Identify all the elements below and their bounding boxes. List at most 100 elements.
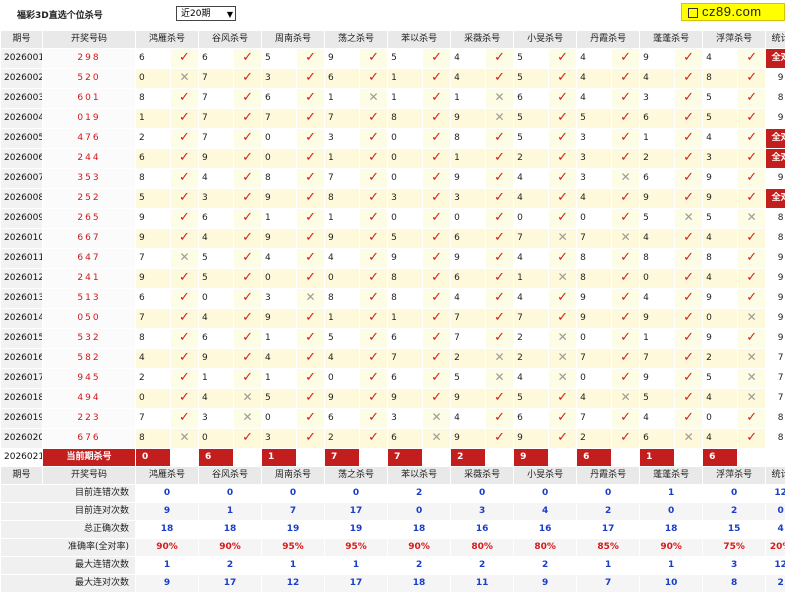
- check-icon: ✓: [494, 330, 505, 345]
- summary-value: 17: [199, 575, 262, 593]
- check-icon: ✓: [683, 170, 694, 185]
- result-mark-cell: ✓: [297, 169, 325, 189]
- result-mark-cell: ✓: [171, 109, 199, 129]
- table-row: 20260012986✓6✓5✓9✓5✓4✓5✓4✓9✓4✓全对: [1, 49, 785, 69]
- kill-number-cell: 4: [577, 49, 612, 69]
- current-kill-number: 2: [451, 449, 486, 467]
- result-mark-cell: ✓: [171, 49, 199, 69]
- result-mark-cell: ✓: [423, 229, 451, 249]
- kill-number-cell: 4: [199, 309, 234, 329]
- draw-numbers-cell: 945: [43, 369, 136, 389]
- check-icon: ✓: [620, 70, 631, 85]
- result-mark-cell: ✕: [486, 369, 514, 389]
- all-correct-badge: 全对: [766, 129, 785, 149]
- kill-number-cell: 8: [703, 69, 738, 89]
- result-mark-cell: ✓: [360, 269, 388, 289]
- current-kill-number: 6: [199, 449, 234, 467]
- result-mark-cell: ✓: [297, 269, 325, 289]
- current-empty-cell: [234, 449, 262, 467]
- result-mark-cell: ✕: [738, 349, 766, 369]
- current-empty-cell: [549, 449, 577, 467]
- current-kill-number: 6: [703, 449, 738, 467]
- period-range-select[interactable]: 近20期 ▼: [176, 6, 236, 21]
- result-mark-cell: ✓: [423, 149, 451, 169]
- column-header-row: 期号开奖号码鸿雁杀号谷风杀号周南杀号荡之杀号苯以杀号采薇杀号小旻杀号丹霞杀号蓬蓬…: [1, 31, 785, 49]
- draw-numbers-cell: 676: [43, 429, 136, 449]
- stat-cell: 7: [766, 369, 785, 389]
- kill-number-cell: 6: [136, 49, 171, 69]
- current-empty-cell: [360, 449, 388, 467]
- result-mark-cell: ✓: [234, 349, 262, 369]
- result-mark-cell: ✓: [171, 349, 199, 369]
- check-icon: ✓: [746, 110, 757, 125]
- check-icon: ✓: [746, 90, 757, 105]
- summary-value: 11: [451, 575, 514, 593]
- summary-value: 16: [451, 521, 514, 539]
- check-icon: ✓: [494, 310, 505, 325]
- column-header-numbers: 开奖号码: [43, 467, 136, 485]
- kill-number-cell: 6: [199, 209, 234, 229]
- cross-icon: ✕: [684, 430, 694, 444]
- result-mark-cell: ✓: [675, 149, 703, 169]
- check-icon: ✓: [494, 130, 505, 145]
- kill-number-cell: 2: [577, 429, 612, 449]
- kill-number-cell: 9: [136, 229, 171, 249]
- column-header-method: 谷风杀号: [199, 467, 262, 485]
- kill-number-cell: 4: [199, 389, 234, 409]
- table-row: 20260140507✓4✓9✓1✓1✓7✓7✓9✓9✓0✕9: [1, 309, 785, 329]
- summary-value: 1: [640, 485, 703, 503]
- result-mark-cell: ✓: [612, 329, 640, 349]
- result-mark-cell: ✓: [738, 69, 766, 89]
- kill-number-cell: 3: [199, 409, 234, 429]
- kill-number-cell: 0: [451, 209, 486, 229]
- result-mark-cell: ✓: [486, 169, 514, 189]
- check-icon: ✓: [431, 230, 442, 245]
- kill-number-cell: 7: [577, 409, 612, 429]
- column-header-period: 期号: [1, 31, 43, 49]
- kill-number-cell: 4: [640, 409, 675, 429]
- cross-icon: ✕: [432, 410, 442, 424]
- result-mark-cell: ✓: [738, 49, 766, 69]
- check-icon: ✓: [242, 330, 253, 345]
- draw-numbers-cell: 532: [43, 329, 136, 349]
- check-icon: ✓: [683, 370, 694, 385]
- period-cell: 2026019: [1, 409, 43, 429]
- summary-value: 0: [262, 485, 325, 503]
- kill-number-cell: 4: [514, 189, 549, 209]
- result-mark-cell: ✓: [171, 169, 199, 189]
- result-mark-cell: ✓: [549, 409, 577, 429]
- result-mark-cell: ✓: [549, 109, 577, 129]
- check-icon: ✓: [557, 130, 568, 145]
- column-header-method: 蓬蓬杀号: [640, 467, 703, 485]
- result-mark-cell: ✕: [423, 429, 451, 449]
- current-kill-number: 9: [514, 449, 549, 467]
- kill-number-cell: 8: [640, 249, 675, 269]
- result-mark-cell: ✕: [612, 169, 640, 189]
- result-mark-cell: ✓: [297, 49, 325, 69]
- cross-icon: ✕: [495, 110, 505, 124]
- result-mark-cell: ✓: [738, 109, 766, 129]
- summary-value: 12: [262, 575, 325, 593]
- check-icon: ✓: [305, 250, 316, 265]
- check-icon: ✓: [431, 90, 442, 105]
- kill-number-cell: 7: [136, 309, 171, 329]
- kill-number-cell: 4: [262, 249, 297, 269]
- check-icon: ✓: [368, 70, 379, 85]
- kill-number-cell: 4: [325, 249, 360, 269]
- column-header-method: 小旻杀号: [514, 31, 577, 49]
- kill-number-cell: 9: [703, 189, 738, 209]
- kill-number-cell: 6: [262, 89, 297, 109]
- result-mark-cell: ✓: [297, 389, 325, 409]
- summary-value: 4: [514, 503, 577, 521]
- result-mark-cell: ✓: [612, 109, 640, 129]
- result-mark-cell: ✓: [549, 309, 577, 329]
- check-icon: ✓: [368, 190, 379, 205]
- kill-number-cell: 9: [703, 289, 738, 309]
- period-cell: 2026016: [1, 349, 43, 369]
- check-icon: ✓: [179, 130, 190, 145]
- site-logo[interactable]: cz89.com: [681, 3, 785, 21]
- kill-number-cell: 5: [262, 389, 297, 409]
- kill-number-cell: 6: [136, 289, 171, 309]
- result-mark-cell: ✓: [675, 249, 703, 269]
- kill-number-cell: 2: [451, 349, 486, 369]
